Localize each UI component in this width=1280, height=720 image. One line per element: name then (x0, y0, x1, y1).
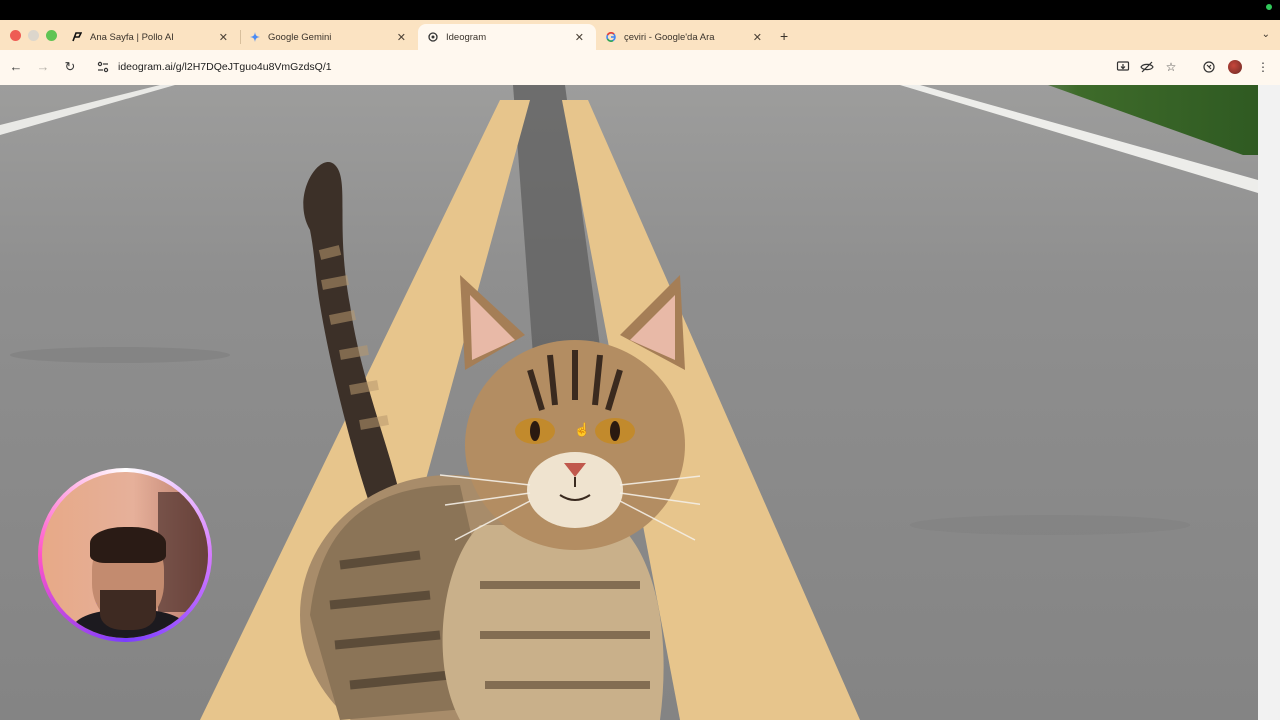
bookmark-star-icon[interactable]: ☆ (1164, 60, 1178, 74)
site-settings-icon[interactable] (96, 60, 110, 74)
address-bar[interactable]: ideogram.ai/g/l2H7DQeJTguo4u8VmGzdsQ/1 (88, 54, 1188, 81)
new-tab-button[interactable]: + (780, 28, 788, 44)
webcam-overlay (38, 468, 212, 642)
tab-label: Ana Sayfa | Pollo AI (90, 31, 174, 43)
tab-search-button[interactable]: ⌄ (1262, 29, 1270, 40)
system-top-bar (0, 0, 1280, 20)
reload-button[interactable]: ↻ (62, 59, 78, 75)
tab-ideogram[interactable]: Ideogram ✕ (418, 24, 596, 50)
close-tab-icon[interactable]: ✕ (219, 31, 228, 44)
tab-label: çeviri - Google'da Ara (624, 31, 715, 43)
minimize-window-button[interactable] (28, 30, 39, 41)
generated-image-view: ☝ (0, 85, 1258, 720)
close-tab-icon[interactable]: ✕ (397, 31, 406, 44)
profile-avatar[interactable] (1228, 60, 1242, 74)
close-tab-icon[interactable]: ✕ (753, 31, 762, 44)
install-app-icon[interactable] (1116, 60, 1130, 74)
tab-bar: Ana Sayfa | Pollo AI ✕ Google Gemini ✕ I… (0, 20, 1280, 50)
ideogram-icon (428, 32, 438, 42)
tab-gemini[interactable]: Google Gemini ✕ (240, 24, 418, 50)
eye-off-icon[interactable] (1140, 60, 1154, 74)
pollo-icon (72, 32, 82, 42)
menu-kebab-icon[interactable]: ⋮ (1256, 60, 1270, 74)
page-scrollbar[interactable] (1258, 85, 1280, 720)
tab-label: Ideogram (446, 31, 487, 43)
back-button[interactable]: ← (8, 59, 24, 74)
tab-google-search[interactable]: çeviri - Google'da Ara ✕ (596, 24, 774, 50)
maximize-window-button[interactable] (46, 30, 57, 41)
close-window-button[interactable] (10, 30, 21, 41)
recording-indicator-icon (1266, 4, 1272, 10)
tab-pollo[interactable]: Ana Sayfa | Pollo AI ✕ (62, 24, 240, 50)
extensions-icon[interactable] (1202, 60, 1216, 74)
toolbar: ← → ↻ ideogram.ai/g/l2H7DQeJTguo4u8VmGzd… (0, 50, 1280, 85)
url-text[interactable]: ideogram.ai/g/l2H7DQeJTguo4u8VmGzdsQ/1 (118, 61, 332, 73)
close-tab-icon[interactable]: ✕ (575, 31, 584, 44)
mouse-pointer-icon: ☝ (574, 422, 591, 437)
forward-button[interactable]: → (35, 59, 51, 74)
gemini-icon (250, 32, 260, 42)
tab-label: Google Gemini (268, 31, 332, 43)
cat-image (300, 162, 700, 720)
google-icon (606, 32, 616, 42)
